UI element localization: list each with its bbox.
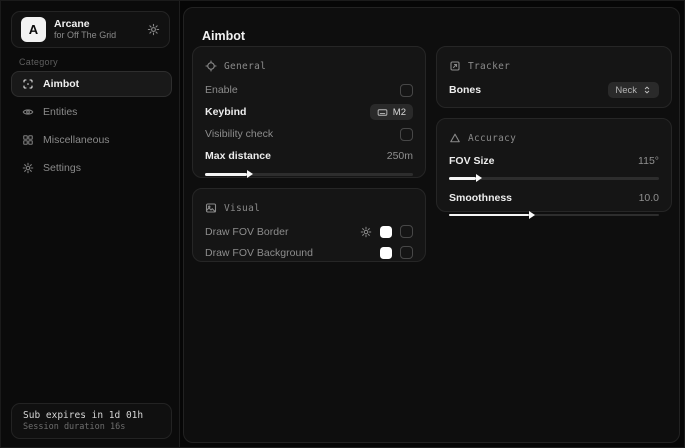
sidebar: A Arcane for Off The Grid Category bbox=[1, 1, 180, 447]
image-icon bbox=[205, 202, 217, 214]
sidebar-item-label: Miscellaneous bbox=[43, 134, 110, 146]
tracker-card-title: Tracker bbox=[468, 61, 510, 72]
crosshair-icon bbox=[205, 60, 217, 72]
sidebar-item-entities[interactable]: Entities bbox=[11, 99, 172, 125]
slider-fill[interactable] bbox=[449, 177, 476, 180]
smoothness-label: Smoothness bbox=[449, 192, 512, 204]
max-distance-row: Max distance 250m bbox=[205, 145, 413, 167]
smoothness-value: 10.0 bbox=[639, 192, 659, 204]
visibility-check-label: Visibility check bbox=[205, 128, 273, 140]
app-name: Arcane bbox=[54, 18, 116, 30]
bones-select[interactable]: Neck bbox=[608, 82, 659, 98]
app-logo: A bbox=[21, 17, 46, 42]
draw-fov-border-row: Draw FOV Border bbox=[205, 221, 413, 242]
smoothness-slider[interactable] bbox=[449, 214, 659, 217]
enable-checkbox[interactable] bbox=[400, 84, 413, 97]
gear-icon bbox=[22, 162, 34, 174]
gear-icon[interactable] bbox=[360, 226, 372, 238]
fov-size-row: FOV Size 115° bbox=[449, 151, 659, 171]
gear-icon[interactable] bbox=[147, 23, 160, 36]
max-distance-label: Max distance bbox=[205, 150, 271, 162]
session-duration-text: Session duration 16s bbox=[23, 422, 160, 432]
main-panel: Aimbot General Enable Keybind bbox=[183, 7, 680, 443]
sidebar-item-label: Entities bbox=[43, 106, 77, 118]
fov-size-value: 115° bbox=[638, 155, 659, 167]
max-distance-value: 250m bbox=[387, 150, 413, 162]
visibility-check-row: Visibility check bbox=[205, 123, 413, 145]
keybind-label: Keybind bbox=[205, 106, 246, 118]
enable-row: Enable bbox=[205, 79, 413, 101]
bones-value: Neck bbox=[615, 85, 637, 96]
tracker-card-header: Tracker bbox=[449, 58, 659, 74]
app-subtitle: for Off The Grid bbox=[54, 30, 116, 41]
draw-fov-background-checkbox[interactable] bbox=[400, 246, 413, 259]
accuracy-card-header: Accuracy bbox=[449, 130, 659, 146]
keybind-badge[interactable]: M2 bbox=[370, 104, 413, 120]
chevron-up-down-icon bbox=[642, 85, 652, 95]
fov-border-color-swatch[interactable] bbox=[380, 226, 392, 238]
tracker-target-icon bbox=[449, 60, 461, 72]
sidebar-item-aimbot[interactable]: Aimbot bbox=[11, 71, 172, 97]
fov-size-label: FOV Size bbox=[449, 155, 495, 167]
draw-fov-border-checkbox[interactable] bbox=[400, 225, 413, 238]
visual-card-header: Visual bbox=[205, 200, 413, 216]
mouse-button-icon bbox=[377, 107, 388, 118]
tracker-card: Tracker Bones Neck bbox=[436, 46, 672, 108]
sub-expires-text: Sub expires in 1d 01h bbox=[23, 410, 160, 421]
slider-fill[interactable] bbox=[205, 173, 247, 176]
general-card-title: General bbox=[224, 61, 266, 72]
subscription-footer: Sub expires in 1d 01h Session duration 1… bbox=[11, 403, 172, 439]
scan-crosshair-icon bbox=[22, 78, 34, 90]
sidebar-item-miscellaneous[interactable]: Miscellaneous bbox=[11, 127, 172, 153]
smoothness-row: Smoothness 10.0 bbox=[449, 188, 659, 208]
visual-card: Visual Draw FOV Border bbox=[192, 188, 426, 262]
visibility-check-checkbox[interactable] bbox=[400, 128, 413, 141]
fov-background-color-swatch[interactable] bbox=[380, 247, 392, 259]
brand-text: Arcane for Off The Grid bbox=[54, 18, 116, 41]
general-card-header: General bbox=[205, 58, 413, 74]
enable-label: Enable bbox=[205, 84, 238, 96]
sidebar-item-label: Aimbot bbox=[43, 78, 79, 90]
max-distance-slider[interactable] bbox=[205, 173, 413, 176]
keybind-value: M2 bbox=[393, 107, 406, 118]
app-window: A Arcane for Off The Grid Category bbox=[0, 0, 685, 448]
accuracy-card-title: Accuracy bbox=[468, 133, 516, 144]
visual-card-title: Visual bbox=[224, 203, 260, 214]
bones-row: Bones Neck bbox=[449, 79, 659, 101]
sidebar-item-settings[interactable]: Settings bbox=[11, 155, 172, 181]
sidebar-nav: Aimbot Entities Miscella bbox=[11, 71, 172, 181]
triangle-ruler-icon bbox=[449, 132, 461, 144]
brand-card: A Arcane for Off The Grid bbox=[11, 11, 170, 48]
draw-fov-background-row: Draw FOV Background bbox=[205, 242, 413, 263]
general-card: General Enable Keybind M2 bbox=[192, 46, 426, 178]
slider-fill[interactable] bbox=[449, 214, 529, 217]
draw-fov-border-label: Draw FOV Border bbox=[205, 226, 288, 238]
accuracy-card: Accuracy FOV Size 115° Smoothness 10.0 bbox=[436, 118, 672, 212]
page-title: Aimbot bbox=[202, 29, 245, 43]
grid-boxes-icon bbox=[22, 134, 34, 146]
sidebar-item-label: Settings bbox=[43, 162, 81, 174]
fov-size-slider[interactable] bbox=[449, 177, 659, 180]
eye-icon bbox=[22, 106, 34, 118]
category-label: Category bbox=[19, 57, 58, 67]
keybind-row: Keybind M2 bbox=[205, 101, 413, 123]
draw-fov-background-label: Draw FOV Background bbox=[205, 247, 313, 259]
bones-label: Bones bbox=[449, 84, 481, 96]
